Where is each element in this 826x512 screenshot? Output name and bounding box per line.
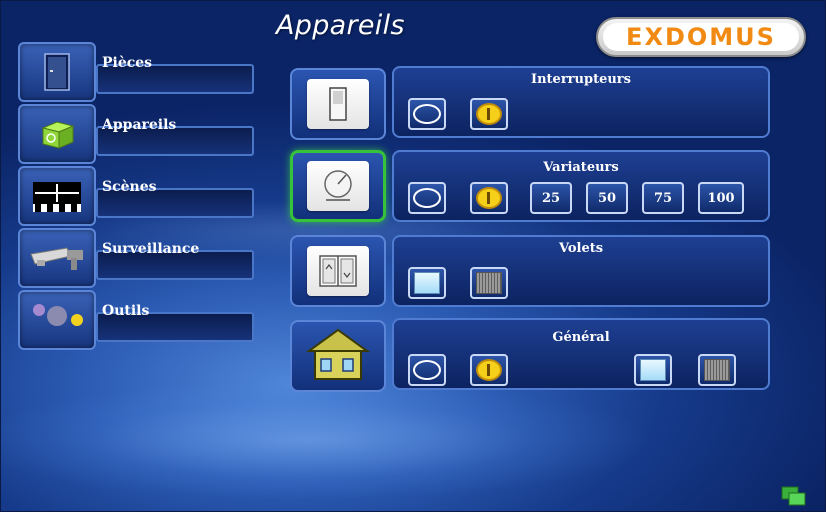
- house-icon: [305, 327, 371, 385]
- sidebar-item-pieces[interactable]: Pièces: [18, 42, 256, 102]
- off-icon: [413, 360, 441, 380]
- dimmer-off-button[interactable]: [408, 182, 446, 214]
- shutter-close-button[interactable]: [470, 267, 508, 299]
- general-panel: Général: [392, 318, 770, 390]
- dimmer-gauge-icon: [307, 161, 369, 211]
- off-icon: [413, 104, 441, 124]
- sidebar-item-label: Outils: [96, 303, 254, 342]
- general-shutter-open-button[interactable]: [634, 354, 672, 386]
- shutter-open-icon: [414, 272, 440, 294]
- dimmer-level-25-button[interactable]: 25: [530, 182, 572, 214]
- camera-icon: [18, 228, 96, 288]
- panel-title: Variateurs: [543, 160, 619, 175]
- variateurs-panel: Variateurs 25 50 75 100: [392, 150, 770, 222]
- panel-title: Général: [552, 330, 610, 345]
- shutter-open-button[interactable]: [408, 267, 446, 299]
- switch-on-button[interactable]: [470, 98, 508, 130]
- volets-panel: Volets: [392, 235, 770, 307]
- wall-switch-icon: [307, 79, 369, 129]
- panel-title: Volets: [558, 241, 604, 256]
- door-icon: [18, 42, 96, 102]
- sidebar-item-label: Pièces: [96, 55, 254, 94]
- sidebar-item-appareils[interactable]: Appareils: [18, 104, 256, 164]
- general-off-button[interactable]: [408, 354, 446, 386]
- sidebar-item-label: Scènes: [96, 179, 254, 218]
- gears-icon: [18, 290, 96, 350]
- off-icon: [413, 188, 441, 208]
- dimmer-level-100-button[interactable]: 100: [698, 182, 744, 214]
- shutter-switch-icon: [307, 246, 369, 296]
- switch-device-tile[interactable]: [290, 68, 386, 140]
- window-switch-icon[interactable]: [781, 486, 807, 506]
- interrupteurs-panel: Interrupteurs: [392, 66, 770, 138]
- sidebar-item-label: Surveillance: [96, 241, 254, 280]
- shutter-open-icon: [640, 359, 666, 381]
- dimmer-device-tile[interactable]: [290, 150, 386, 222]
- shutter-closed-icon: [704, 359, 730, 381]
- dimmer-level-75-button[interactable]: 75: [642, 182, 684, 214]
- dimmer-on-button[interactable]: [470, 182, 508, 214]
- sidebar-item-label: Appareils: [96, 117, 254, 156]
- on-icon: [476, 359, 502, 381]
- dimmer-level-50-button[interactable]: 50: [586, 182, 628, 214]
- logo-text: EXDOMUS: [603, 23, 799, 51]
- sidebar-item-scenes[interactable]: Scènes: [18, 166, 256, 226]
- device-cube-icon: [18, 104, 96, 164]
- clapperboard-icon: [18, 166, 96, 226]
- general-shutter-close-button[interactable]: [698, 354, 736, 386]
- shutter-device-tile[interactable]: [290, 235, 386, 307]
- page-title: Appareils: [276, 10, 405, 41]
- sidebar-item-outils[interactable]: Outils: [18, 290, 256, 350]
- panel-title: Interrupteurs: [531, 72, 631, 87]
- on-icon: [476, 187, 502, 209]
- switch-off-button[interactable]: [408, 98, 446, 130]
- sidebar-item-surveillance[interactable]: Surveillance: [18, 228, 256, 288]
- exdomus-logo: EXDOMUS: [596, 17, 806, 57]
- general-device-tile[interactable]: [290, 320, 386, 392]
- general-on-button[interactable]: [470, 354, 508, 386]
- shutter-closed-icon: [476, 272, 502, 294]
- on-icon: [476, 103, 502, 125]
